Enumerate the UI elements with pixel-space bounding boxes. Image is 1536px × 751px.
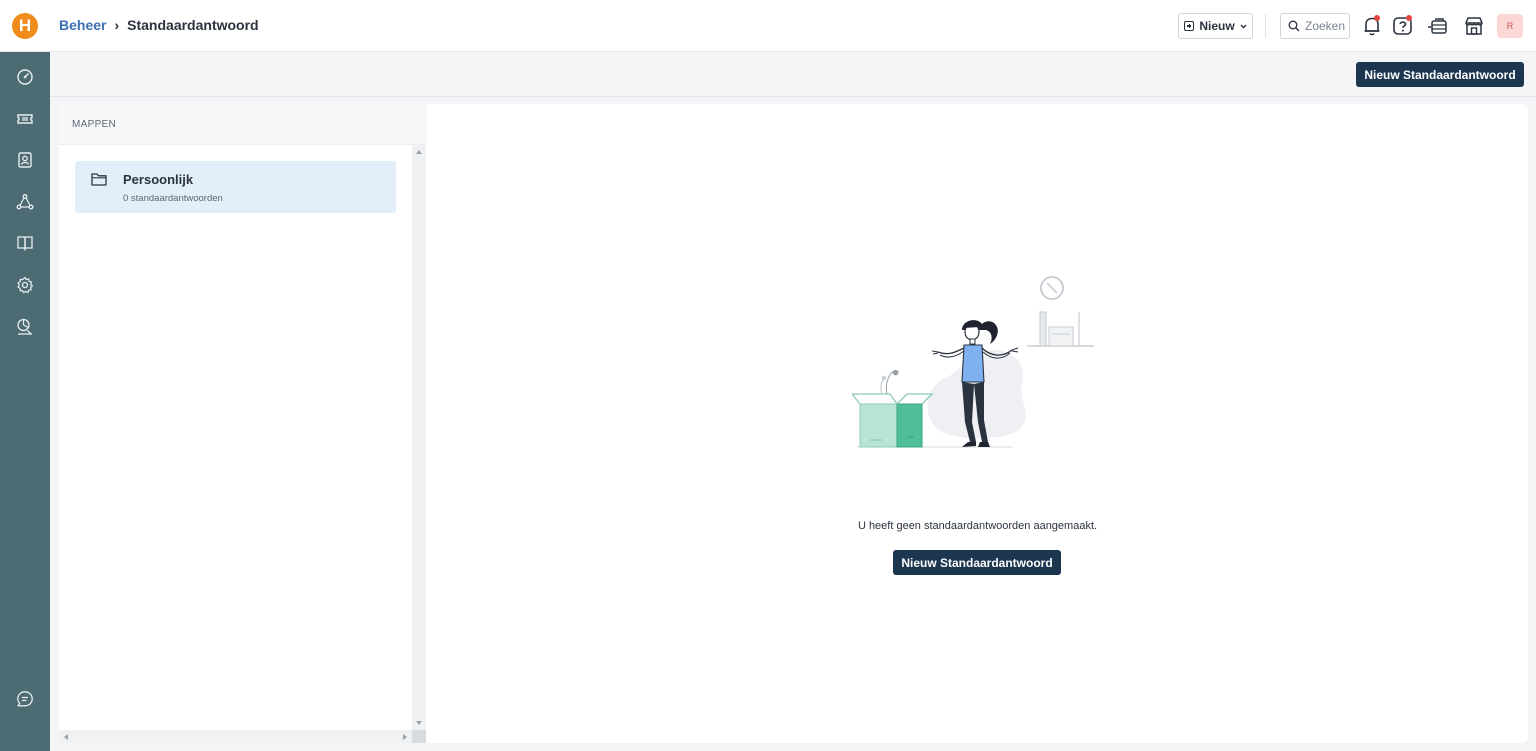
sidebar bbox=[0, 52, 50, 751]
chevron-down-icon bbox=[1240, 24, 1247, 28]
knowledge-base-icon[interactable] bbox=[15, 233, 35, 253]
action-bar: Nieuw Standaardantwoord bbox=[50, 52, 1536, 97]
reports-icon[interactable] bbox=[15, 317, 35, 337]
help-badge bbox=[1406, 15, 1412, 21]
breadcrumb-separator: › bbox=[114, 17, 120, 33]
folder-icon bbox=[91, 173, 107, 186]
main-content-panel: U heeft geen standaardantwoorden aangema… bbox=[427, 104, 1528, 743]
new-canned-response-button-top[interactable]: Nieuw Standaardantwoord bbox=[1356, 62, 1524, 87]
breadcrumb: Beheer › Standaardantwoord bbox=[59, 17, 259, 33]
search-icon bbox=[1288, 20, 1300, 32]
folder-count: 0 standaardantwoorden bbox=[123, 193, 223, 204]
notifications-badge bbox=[1374, 15, 1380, 21]
scroll-down-arrow-icon[interactable] bbox=[416, 721, 422, 725]
search-button[interactable]: Zoeken bbox=[1280, 13, 1350, 39]
plus-square-icon bbox=[1184, 21, 1195, 31]
app-logo[interactable]: H bbox=[12, 13, 38, 39]
settings-gear-icon[interactable] bbox=[15, 275, 35, 295]
marketplace-store-icon[interactable] bbox=[1462, 14, 1486, 38]
avatar-initial: R bbox=[1506, 21, 1514, 31]
scrollbar-corner bbox=[412, 730, 426, 743]
breadcrumb-link-beheer[interactable]: Beheer bbox=[59, 17, 106, 33]
workflow-icon[interactable] bbox=[15, 192, 35, 212]
top-bar: H Beheer › Standaardantwoord Nieuw Zoeke… bbox=[0, 0, 1536, 52]
contacts-icon[interactable] bbox=[15, 150, 35, 170]
ticket-icon[interactable] bbox=[15, 109, 35, 129]
new-dropdown-button[interactable]: Nieuw bbox=[1178, 13, 1253, 39]
new-dropdown-label: Nieuw bbox=[1199, 19, 1235, 33]
folders-vertical-scrollbar[interactable] bbox=[412, 145, 426, 730]
new-canned-response-button[interactable]: Nieuw Standaardantwoord bbox=[893, 550, 1061, 575]
folder-name: Persoonlijk bbox=[123, 172, 194, 187]
folders-horizontal-scrollbar[interactable] bbox=[59, 730, 412, 743]
notifications-bell-icon[interactable] bbox=[1360, 14, 1384, 38]
feedback-icon[interactable] bbox=[15, 689, 35, 709]
folders-heading-label: MAPPEN bbox=[72, 118, 117, 130]
logo-letter: H bbox=[18, 16, 32, 35]
dashboard-icon[interactable] bbox=[15, 67, 35, 87]
user-avatar[interactable]: R bbox=[1497, 14, 1523, 38]
scroll-right-arrow-icon[interactable] bbox=[403, 734, 407, 740]
breadcrumb-current: Standaardantwoord bbox=[127, 17, 259, 33]
header-divider bbox=[1265, 14, 1266, 38]
folders-heading: MAPPEN bbox=[59, 104, 427, 145]
phone-icon[interactable] bbox=[1426, 14, 1450, 38]
folders-panel: MAPPEN Persoonlijk 0 standaardantwoorden bbox=[59, 104, 427, 743]
empty-state-illustration bbox=[852, 276, 1094, 448]
scroll-up-arrow-icon[interactable] bbox=[416, 150, 422, 154]
folder-item-persoonlijk[interactable]: Persoonlijk 0 standaardantwoorden bbox=[75, 161, 396, 213]
search-label: Zoeken bbox=[1305, 19, 1346, 33]
empty-state-message: U heeft geen standaardantwoorden aangema… bbox=[857, 520, 1098, 532]
scroll-left-arrow-icon[interactable] bbox=[64, 734, 68, 740]
